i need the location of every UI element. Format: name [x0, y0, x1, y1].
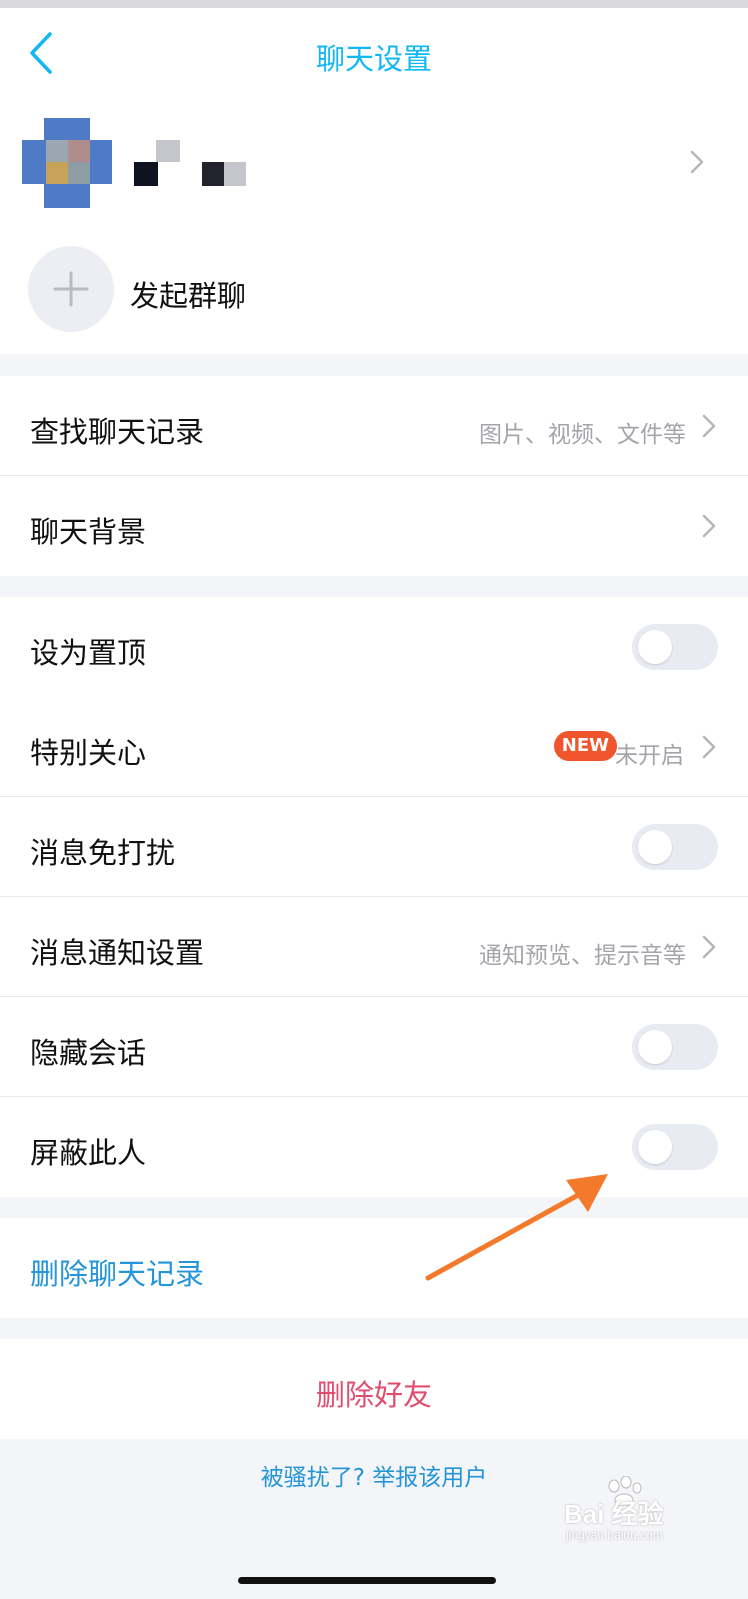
search-chat-history-hint: 图片、视频、文件等: [479, 422, 686, 448]
search-chat-history-label: 查找聊天记录: [30, 415, 205, 449]
delete-friend-row[interactable]: 删除好友: [0, 1339, 748, 1439]
special-care-row[interactable]: 特别关心 NEW 未开启: [0, 697, 748, 797]
delete-chat-history-button[interactable]: 删除聊天记录: [30, 1251, 204, 1293]
do-not-disturb-row: 消息免打扰: [0, 797, 748, 897]
chevron-right-icon: [702, 935, 716, 959]
search-chat-history-row[interactable]: 查找聊天记录 图片、视频、文件等: [0, 376, 748, 476]
block-user-toggle[interactable]: [632, 1124, 718, 1170]
pin-chat-label: 设为置顶: [30, 636, 147, 670]
start-group-chat-label: 发起群聊: [130, 279, 247, 313]
do-not-disturb-label: 消息免打扰: [30, 836, 176, 870]
chevron-right-icon: [702, 514, 716, 538]
do-not-disturb-toggle[interactable]: [632, 824, 718, 870]
chevron-right-icon: [702, 414, 716, 438]
delete-friend-section: 删除好友: [0, 1339, 748, 1439]
delete-chat-history-row[interactable]: 删除聊天记录: [0, 1218, 748, 1318]
friend-profile-row[interactable]: [0, 100, 748, 228]
notification-settings-label: 消息通知设置: [30, 936, 205, 970]
delete-friend-button[interactable]: 删除好友: [0, 1372, 748, 1414]
chat-background-label: 聊天背景: [30, 515, 147, 549]
block-user-row: 屏蔽此人: [0, 1097, 748, 1197]
notification-settings-row[interactable]: 消息通知设置 通知预览、提示音等: [0, 897, 748, 997]
nav-header: 聊天设置: [0, 8, 748, 100]
hide-chat-toggle[interactable]: [632, 1024, 718, 1070]
page-title: 聊天设置: [315, 42, 432, 76]
toggle-knob: [638, 1030, 672, 1064]
status-bar-strip: [0, 0, 748, 8]
toggle-knob: [638, 630, 672, 664]
special-care-label: 特别关心: [30, 736, 147, 770]
pin-chat-row: 设为置顶: [0, 597, 748, 697]
delete-history-section: 删除聊天记录: [0, 1218, 748, 1318]
chat-background-row[interactable]: 聊天背景: [0, 476, 748, 576]
toggle-knob: [638, 1130, 672, 1164]
toggle-knob: [638, 830, 672, 864]
new-badge: NEW: [553, 731, 617, 761]
special-care-status: 未开启: [615, 743, 684, 769]
baidu-jingyan-watermark: Bai 经验 jingyan.baidu.com: [560, 1476, 710, 1550]
notification-settings-hint: 通知预览、提示音等: [479, 943, 686, 969]
add-group-button[interactable]: [28, 246, 114, 332]
home-indicator: [238, 1577, 496, 1584]
watermark-url: jingyan.baidu.com: [566, 1528, 663, 1542]
chevron-right-icon: [690, 150, 704, 174]
friend-name-pixelated: [134, 140, 254, 186]
chevron-right-icon: [702, 735, 716, 759]
block-user-label: 屏蔽此人: [30, 1136, 147, 1170]
plus-icon: [53, 271, 89, 307]
hide-chat-row: 隐藏会话: [0, 997, 748, 1097]
settings-section: 设为置顶 特别关心 NEW 未开启 消息免打扰 消息通知设置 通知预览、提示音等…: [0, 597, 748, 1197]
hide-chat-label: 隐藏会话: [30, 1036, 147, 1070]
profile-card: 发起群聊: [0, 100, 748, 354]
pin-chat-toggle[interactable]: [632, 624, 718, 670]
history-section: 查找聊天记录 图片、视频、文件等 聊天背景: [0, 376, 748, 576]
avatar: [22, 118, 112, 208]
start-group-chat-row[interactable]: 发起群聊: [0, 228, 748, 354]
watermark-text: Bai 经验: [564, 1499, 664, 1529]
annotation-arrow-icon: [425, 1174, 608, 1281]
